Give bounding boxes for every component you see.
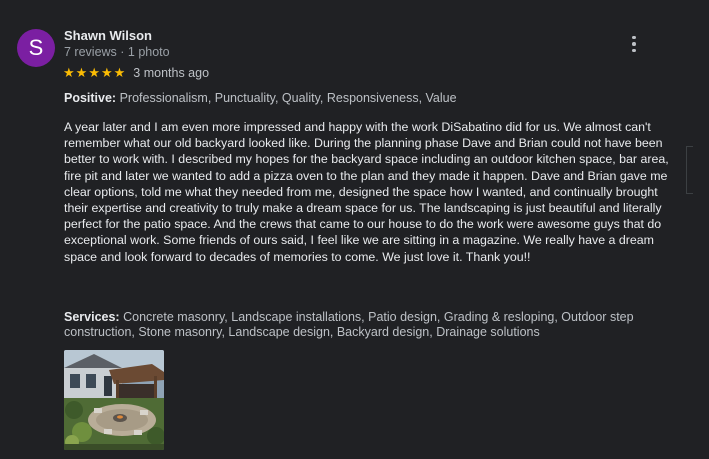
backyard-patio-photo	[64, 350, 164, 450]
services-label: Services:	[64, 310, 120, 324]
avatar[interactable]: S	[17, 29, 55, 67]
rating-row: ★ ★ ★ ★ ★ 3 months ago	[63, 66, 209, 80]
star-icon: ★	[75, 65, 88, 81]
positive-text: Professionalism, Punctuality, Quality, R…	[119, 91, 457, 105]
reviewer-meta: 7 reviews · 1 photo	[64, 45, 170, 59]
review-card: S Shawn Wilson 7 reviews · 1 photo ★ ★ ★…	[0, 0, 709, 459]
more-options-icon[interactable]	[624, 33, 644, 55]
review-photo[interactable]	[64, 350, 164, 450]
reviewer-name[interactable]: Shawn Wilson	[64, 28, 152, 43]
star-icon: ★	[63, 65, 75, 81]
scroll-edge-divider	[686, 146, 693, 194]
positive-attributes: Positive: Professionalism, Punctuality, …	[64, 91, 674, 105]
review-text: A year later and I am even more impresse…	[64, 120, 669, 264]
star-icon: ★	[88, 65, 100, 81]
star-rating: ★ ★ ★ ★ ★	[63, 67, 125, 80]
services-text: Concrete masonry, Landscape installation…	[64, 310, 634, 339]
services-list: Services: Concrete masonry, Landscape in…	[64, 310, 676, 340]
positive-label: Positive:	[64, 91, 117, 105]
star-icon: ★	[100, 65, 113, 81]
star-icon: ★	[113, 65, 126, 81]
review-time: 3 months ago	[133, 66, 210, 80]
